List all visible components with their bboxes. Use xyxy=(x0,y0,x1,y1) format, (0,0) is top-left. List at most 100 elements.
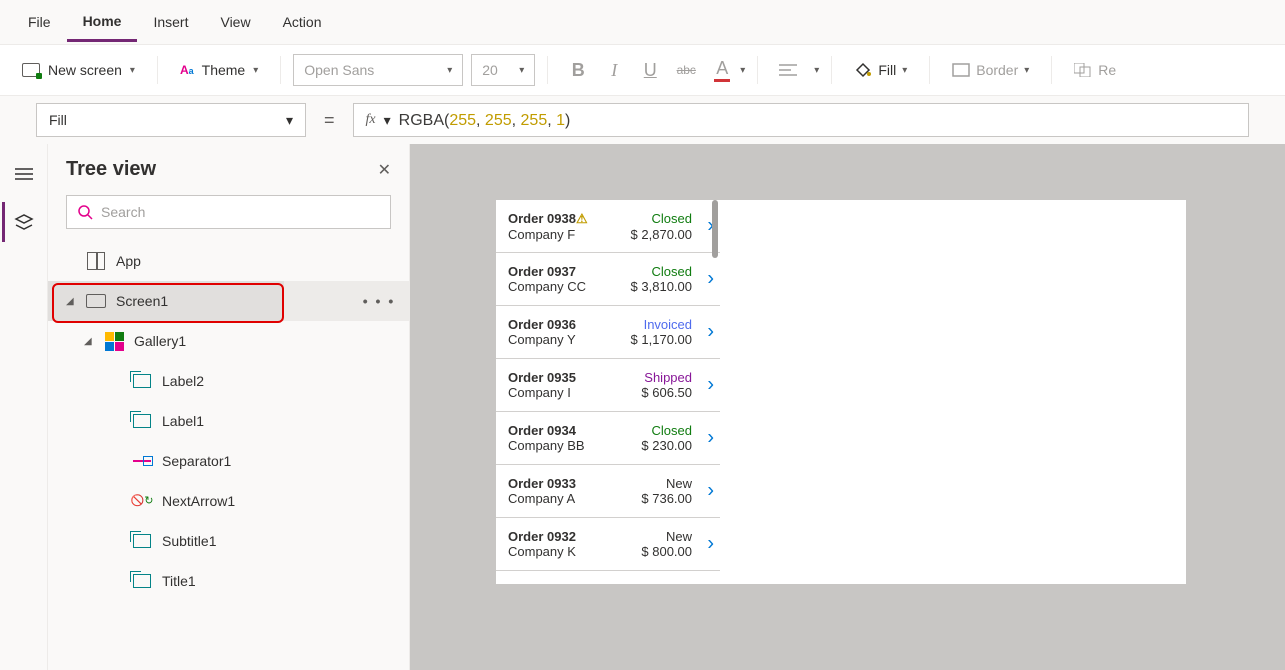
divider xyxy=(929,56,930,84)
close-button[interactable]: ✕ xyxy=(378,160,391,180)
order-company: Company K xyxy=(508,544,576,559)
label-icon xyxy=(132,571,152,591)
divider xyxy=(157,56,158,84)
tree-node-label: Label2 xyxy=(162,373,204,389)
italic-button[interactable]: I xyxy=(596,54,632,86)
chevron-down-icon: ▾ xyxy=(902,65,907,76)
tree-view-button[interactable] xyxy=(2,202,42,242)
tree-node-screen1[interactable]: ◢ Screen1 xyxy=(48,281,284,321)
gallery-item[interactable]: Order 0933NewCompany A$ 736.00› xyxy=(496,465,720,518)
tree-node-label: NextArrow1 xyxy=(162,493,235,509)
gallery-item[interactable]: Order 0938⚠ClosedCompany F$ 2,870.00› xyxy=(496,200,720,253)
left-rail xyxy=(0,144,48,670)
font-size-select[interactable]: 20 ▾ xyxy=(471,54,535,86)
gallery-item[interactable]: Order 0937ClosedCompany CC$ 3,810.00› xyxy=(496,253,720,306)
menu-action[interactable]: Action xyxy=(267,4,338,40)
divider xyxy=(1051,56,1052,84)
hamburger-button[interactable] xyxy=(4,154,44,194)
align-button[interactable] xyxy=(770,54,806,86)
order-title: Order 0935 xyxy=(508,370,576,385)
bold-button[interactable]: B xyxy=(560,54,596,86)
chevron-down-icon: ▾ xyxy=(519,65,524,76)
screen-preview[interactable]: Order 0938⚠ClosedCompany F$ 2,870.00› Ord… xyxy=(496,200,1186,584)
chevron-down-icon: ▾ xyxy=(130,65,135,76)
tree-node-label2[interactable]: Label2 xyxy=(48,361,409,401)
tree-view-header: Tree view ✕ xyxy=(48,144,409,195)
tree-node-title1[interactable]: Title1 xyxy=(48,561,409,601)
order-status: New xyxy=(666,476,692,491)
chevron-right-icon[interactable]: › xyxy=(707,480,714,503)
font-family-select[interactable]: Open Sans ▾ xyxy=(293,54,463,86)
label-icon xyxy=(132,531,152,551)
equals-sign: = xyxy=(318,110,341,131)
reorder-icon xyxy=(1074,63,1092,77)
strikethrough-button[interactable]: abc xyxy=(668,54,704,86)
menu-home[interactable]: Home xyxy=(67,3,138,42)
chevron-right-icon[interactable]: › xyxy=(707,321,714,344)
theme-icon: Aa xyxy=(180,63,194,77)
theme-button[interactable]: Aa Theme ▾ xyxy=(170,56,268,84)
nextarrow-icon: 🚫↻ xyxy=(132,491,152,511)
text-format-group: B I U abc A ▾ xyxy=(560,54,745,86)
gallery-item[interactable]: Order 0935ShippedCompany I$ 606.50› xyxy=(496,359,720,412)
tree-node-label: Title1 xyxy=(162,573,196,589)
more-actions-button[interactable]: • • • xyxy=(349,293,409,309)
order-amount: $ 3,810.00 xyxy=(631,279,692,294)
tree-view-panel: Tree view ✕ Search App ◢ Screen1 xyxy=(48,144,410,670)
tree-node-subtitle1[interactable]: Subtitle1 xyxy=(48,521,409,561)
border-button[interactable]: Border ▾ xyxy=(942,56,1039,84)
label-icon xyxy=(132,411,152,431)
tree-node-label: Separator1 xyxy=(162,453,231,469)
font-color-button[interactable]: A xyxy=(704,54,740,86)
formula-input[interactable]: fx ▾ RGBA(255, 255, 255, 1) xyxy=(353,103,1249,137)
chevron-down-icon: ▾ xyxy=(447,65,452,76)
canvas[interactable]: Order 0938⚠ClosedCompany F$ 2,870.00› Ord… xyxy=(410,144,1285,670)
tree-node-nextarrow1[interactable]: 🚫↻ NextArrow1 xyxy=(48,481,409,521)
divider xyxy=(547,56,548,84)
tree-node-gallery1[interactable]: ◢ Gallery1 xyxy=(48,321,409,361)
order-title: Order 0934 xyxy=(508,423,576,438)
order-title: Order 0932 xyxy=(508,529,576,544)
menu-insert[interactable]: Insert xyxy=(137,4,204,40)
caret-down-icon: ◢ xyxy=(84,336,94,347)
chevron-right-icon[interactable]: › xyxy=(707,374,714,397)
screen-icon xyxy=(86,291,106,311)
reorder-label: Re xyxy=(1098,62,1116,78)
search-icon xyxy=(77,204,93,220)
gallery-item[interactable]: Order 0932NewCompany K$ 800.00› xyxy=(496,518,720,571)
order-title: Order 0933 xyxy=(508,476,576,491)
order-title: Order 0937 xyxy=(508,264,576,279)
chevron-right-icon[interactable]: › xyxy=(707,427,714,450)
chevron-right-icon[interactable]: › xyxy=(707,268,714,291)
order-amount: $ 230.00 xyxy=(641,438,692,453)
order-amount: $ 736.00 xyxy=(641,491,692,506)
gallery-control[interactable]: Order 0938⚠ClosedCompany F$ 2,870.00› Ord… xyxy=(496,200,720,584)
search-input[interactable]: Search xyxy=(66,195,391,229)
fill-button[interactable]: Fill ▾ xyxy=(844,55,917,85)
chevron-right-icon[interactable]: › xyxy=(707,533,714,556)
gallery-item[interactable]: Order 0934ClosedCompany BB$ 230.00› xyxy=(496,412,720,465)
reorder-button[interactable]: Re xyxy=(1064,56,1126,84)
property-select[interactable]: Fill ▾ xyxy=(36,103,306,137)
tree-node-separator1[interactable]: Separator1 xyxy=(48,441,409,481)
order-status: Shipped xyxy=(644,370,692,385)
chevron-down-icon: ▾ xyxy=(814,65,819,76)
order-status: Closed xyxy=(652,423,692,438)
tree-node-label: Subtitle1 xyxy=(162,533,216,549)
new-screen-icon xyxy=(22,63,40,77)
tree-node-label1[interactable]: Label1 xyxy=(48,401,409,441)
underline-button[interactable]: U xyxy=(632,54,668,86)
menu-file[interactable]: File xyxy=(12,4,67,40)
gallery-icon xyxy=(104,331,124,351)
app-icon xyxy=(86,251,106,271)
menu-view[interactable]: View xyxy=(204,4,266,40)
fx-icon: fx xyxy=(366,112,376,128)
fill-label: Fill xyxy=(878,62,896,78)
new-screen-button[interactable]: New screen ▾ xyxy=(12,56,145,84)
scrollbar[interactable] xyxy=(712,200,718,258)
tree-node-app[interactable]: App xyxy=(48,241,409,281)
chevron-down-icon: ▾ xyxy=(1024,65,1029,76)
tree-node-label: Label1 xyxy=(162,413,204,429)
chevron-down-icon: ▾ xyxy=(286,112,293,129)
gallery-item[interactable]: Order 0936InvoicedCompany Y$ 1,170.00› xyxy=(496,306,720,359)
